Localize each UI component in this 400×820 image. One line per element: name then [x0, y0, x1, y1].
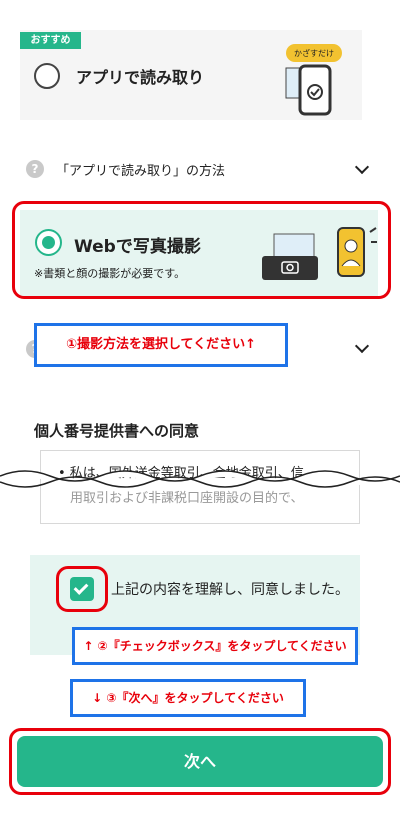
- torn-edge-decoration: [0, 470, 400, 488]
- web-photo-illustration: [258, 222, 378, 282]
- chevron-down-icon[interactable]: [354, 338, 370, 354]
- illustration-tag: かざすだけ: [294, 48, 334, 58]
- agree-label[interactable]: 上記の内容を理解し、同意しました。: [110, 578, 350, 602]
- next-button[interactable]: 次へ: [17, 736, 383, 787]
- instruction-step3: ↓ ③『次へ』をタップしてください: [70, 679, 306, 717]
- chevron-down-icon[interactable]: [354, 159, 370, 175]
- app-reading-illustration: かざすだけ: [282, 38, 346, 118]
- question-icon: ?: [26, 160, 44, 178]
- consent-title: 個人番号提供書への同意: [34, 422, 200, 440]
- radio-app-reading[interactable]: [34, 63, 60, 89]
- radio-web-photo[interactable]: [35, 229, 62, 256]
- option-app-reading-label: アプリで読み取り: [76, 68, 205, 87]
- instruction-step2: ↑ ②『チェックボックス』をタップしてください: [72, 627, 358, 665]
- method-app-reading-label[interactable]: 「アプリで読み取り」の方法: [56, 160, 225, 179]
- recommended-badge: おすすめ: [20, 32, 81, 49]
- option-web-photo-note: ※書類と顔の撮影が必要です。: [34, 267, 186, 280]
- option-web-photo-label: Webで写真撮影: [74, 237, 201, 257]
- instruction-step1: ①撮影方法を選択してください↑: [34, 323, 288, 367]
